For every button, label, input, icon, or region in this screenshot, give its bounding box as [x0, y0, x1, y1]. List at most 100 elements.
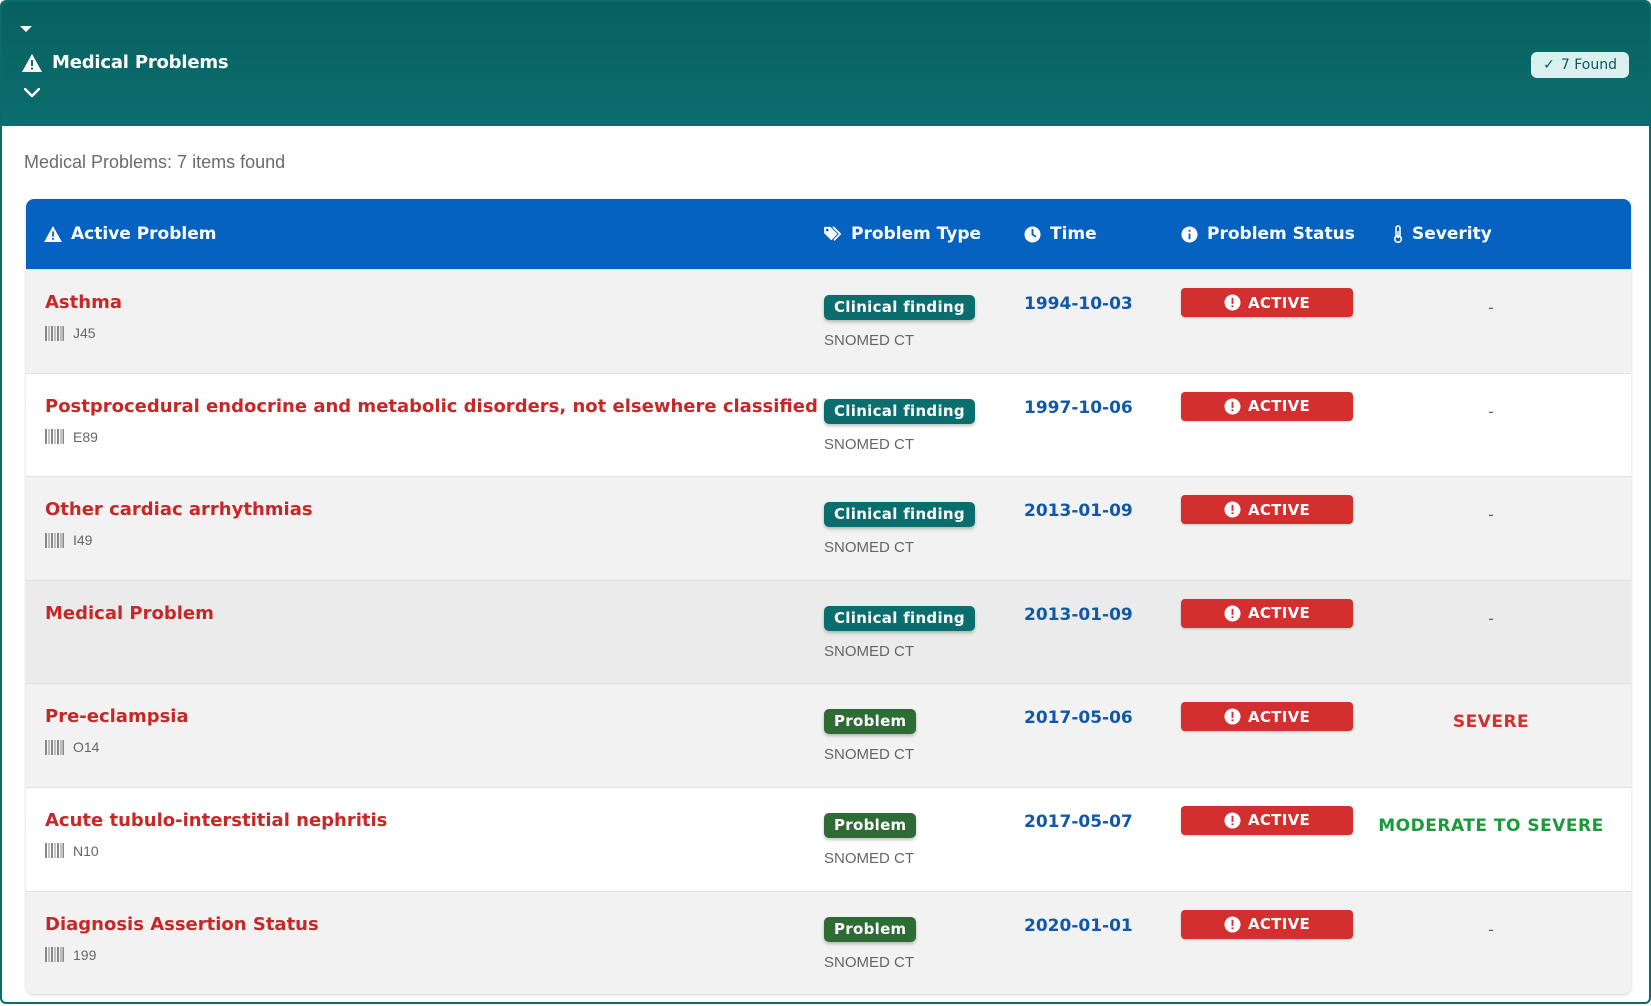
- barcode-icon: [45, 947, 64, 963]
- problem-type-badge: Clinical finding: [824, 605, 975, 631]
- problem-time: 1997-10-06: [1024, 397, 1133, 418]
- coding-system: SNOMED CT: [824, 746, 914, 764]
- column-label: Time: [1050, 224, 1097, 244]
- panel-header[interactable]: Medical Problems ✓ 7 Found: [2, 2, 1649, 126]
- severity-value: -: [1488, 505, 1494, 525]
- exclamation-circle-icon: [1224, 501, 1241, 518]
- status-text: ACTIVE: [1247, 397, 1311, 416]
- exclamation-circle-icon: [1224, 812, 1241, 829]
- problem-code: E89: [45, 429, 98, 445]
- problem-code: J45: [45, 325, 96, 341]
- status-text: ACTIVE: [1247, 811, 1311, 830]
- problem-name[interactable]: Other cardiac arrhythmias: [45, 499, 313, 520]
- column-header-problem-type[interactable]: Problem Type: [824, 199, 981, 269]
- exclamation-circle-icon: [1224, 398, 1241, 415]
- status-badge: ACTIVE: [1181, 909, 1353, 939]
- severity-value: MODERATE TO SEVERE: [1378, 815, 1604, 836]
- found-count-text: 7 Found: [1560, 57, 1617, 73]
- problem-code-text: I49: [73, 532, 93, 549]
- problem-type-badge: Problem: [824, 812, 917, 838]
- column-label: Problem Type: [851, 224, 982, 244]
- table-body: Asthma J45 Clinical finding SNOMED CT 19…: [26, 269, 1631, 994]
- severity-value: -: [1488, 919, 1494, 939]
- caret-down-icon[interactable]: [20, 26, 32, 32]
- found-count-badge: ✓ 7 Found: [1531, 52, 1629, 78]
- status-text: ACTIVE: [1247, 293, 1311, 312]
- panel-title-text: Medical Problems: [52, 52, 229, 73]
- severity-value: -: [1488, 608, 1494, 628]
- problem-type-badge: Clinical finding: [824, 398, 975, 424]
- problem-name[interactable]: Acute tubulo-interstitial nephritis: [45, 810, 387, 831]
- warning-triangle-icon: [44, 226, 62, 242]
- problem-name[interactable]: Pre-eclampsia: [45, 706, 189, 727]
- column-label: Problem Status: [1207, 224, 1355, 244]
- status-badge: ACTIVE: [1181, 805, 1353, 835]
- problem-type-badge: Problem: [824, 916, 917, 942]
- results-summary: Medical Problems: 7 items found: [24, 152, 286, 172]
- chevron-down-icon[interactable]: [24, 88, 40, 98]
- status-badge: ACTIVE: [1181, 495, 1353, 525]
- problem-name[interactable]: Medical Problem: [45, 603, 214, 624]
- problem-name[interactable]: Postprocedural endocrine and metabolic d…: [45, 396, 818, 417]
- column-label: Active Problem: [71, 224, 217, 244]
- table-row[interactable]: Acute tubulo-interstitial nephritis N10 …: [26, 786, 1631, 891]
- severity-value: -: [1488, 298, 1494, 317]
- coding-system: SNOMED CT: [824, 849, 914, 867]
- coding-system: SNOMED CT: [824, 953, 914, 971]
- problem-type-badge: Clinical finding: [824, 502, 975, 528]
- problem-time: 2017-05-07: [1024, 811, 1133, 832]
- clock-icon: [1024, 225, 1041, 243]
- check-icon: ✓: [1543, 57, 1555, 73]
- column-header-severity[interactable]: Severity: [1393, 199, 1492, 269]
- coding-system: SNOMED CT: [824, 539, 914, 557]
- problem-type-badge: Clinical finding: [824, 295, 975, 320]
- table-row[interactable]: Postprocedural endocrine and metabolic d…: [26, 372, 1631, 477]
- problem-code: I49: [45, 532, 92, 548]
- severity-value: SEVERE: [1452, 712, 1530, 733]
- warning-triangle-icon: [22, 53, 42, 72]
- problem-time: 1994-10-03: [1024, 294, 1133, 314]
- problems-table: Active Problem Problem Type Time Problem…: [26, 199, 1631, 994]
- problem-name[interactable]: Diagnosis Assertion Status: [45, 914, 319, 935]
- problem-code: N10: [45, 843, 99, 859]
- status-text: ACTIVE: [1247, 707, 1311, 726]
- severity-value: -: [1488, 401, 1494, 421]
- problem-time: 2017-05-06: [1024, 708, 1133, 729]
- table-row[interactable]: Medical Problem Clinical finding SNOMED …: [26, 579, 1631, 684]
- table-row[interactable]: Asthma J45 Clinical finding SNOMED CT 19…: [26, 269, 1631, 373]
- problem-time: 2013-01-09: [1024, 604, 1133, 625]
- barcode-icon: [45, 843, 64, 859]
- exclamation-circle-icon: [1224, 294, 1241, 311]
- problem-type-badge: Problem: [824, 709, 917, 735]
- table-header: Active Problem Problem Type Time Problem…: [26, 199, 1631, 269]
- status-badge: ACTIVE: [1181, 598, 1353, 628]
- status-text: ACTIVE: [1247, 915, 1311, 934]
- column-header-problem-status[interactable]: Problem Status: [1181, 199, 1355, 269]
- column-header-active-problem[interactable]: Active Problem: [44, 199, 216, 269]
- problem-code-text: 199: [73, 946, 97, 963]
- problem-name[interactable]: Asthma: [45, 292, 122, 313]
- status-badge: ACTIVE: [1181, 288, 1353, 317]
- tags-icon: [824, 226, 842, 241]
- table-row[interactable]: Pre-eclampsia O14 Problem SNOMED CT 2017…: [26, 683, 1631, 787]
- status-text: ACTIVE: [1247, 604, 1311, 623]
- status-badge: ACTIVE: [1181, 391, 1353, 421]
- thermometer-icon: [1393, 225, 1403, 243]
- panel-title: Medical Problems: [22, 52, 229, 73]
- problem-code-text: J45: [73, 325, 96, 341]
- table-row[interactable]: Diagnosis Assertion Status 199 Problem S…: [26, 890, 1631, 994]
- barcode-icon: [45, 739, 64, 755]
- status-text: ACTIVE: [1247, 500, 1311, 519]
- coding-system: SNOMED CT: [824, 332, 914, 349]
- coding-system: SNOMED CT: [824, 642, 914, 660]
- problem-code-text: E89: [73, 428, 98, 445]
- table-row[interactable]: Other cardiac arrhythmias I49 Clinical f…: [26, 476, 1631, 580]
- exclamation-circle-icon: [1224, 605, 1241, 622]
- info-circle-icon: [1181, 225, 1198, 243]
- problem-code-text: N10: [73, 842, 99, 859]
- medical-problems-panel: Medical Problems ✓ 7 Found Medical Probl…: [0, 0, 1651, 1004]
- problem-code-text: O14: [73, 739, 100, 756]
- column-header-time[interactable]: Time: [1024, 199, 1097, 269]
- problem-time: 2020-01-01: [1024, 915, 1133, 936]
- barcode-icon: [45, 325, 64, 341]
